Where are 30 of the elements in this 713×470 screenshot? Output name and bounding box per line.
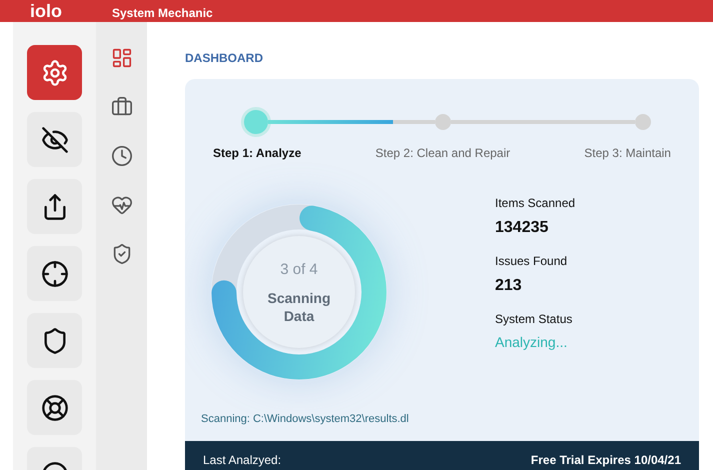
tool-button[interactable]: [27, 380, 82, 435]
stat-value: 213: [495, 276, 523, 296]
tool-button[interactable]: [27, 246, 82, 301]
stat-value: Analyzing...: [495, 333, 568, 352]
tool-button[interactable]: [27, 179, 82, 234]
page-title: DASHBOARD: [185, 50, 263, 67]
step-label: Step 3: Maintain: [584, 145, 671, 162]
logo: iolo: [30, 1, 62, 21]
step-label: Step 1: Analyze: [213, 145, 302, 162]
briefcase-icon: [110, 96, 132, 118]
tool-button[interactable]: [27, 112, 82, 167]
stat-label: Items Scanned: [495, 195, 576, 212]
step-label: Step 2: Clean and Repair: [375, 145, 510, 162]
last-analyzed-label: Last Analzyed:: [203, 452, 282, 469]
app-title: System Mechanic: [112, 5, 213, 21]
stat-label: System Status: [495, 311, 574, 328]
life-buoy-icon: [40, 394, 68, 422]
heart-pulse-icon: [110, 194, 132, 216]
crosshair-icon: [40, 260, 68, 288]
stat-value: 134235: [495, 218, 550, 238]
scan-stage-label: Scanning Data: [266, 289, 332, 326]
scan-progress-count: 3 of 4: [280, 260, 318, 280]
trial-expiry-text: Free Trial Expires 10/04/21: [530, 452, 681, 469]
eye-off-icon: [40, 126, 68, 154]
dashboard-icon: [110, 47, 132, 69]
tool-button[interactable]: [27, 313, 82, 368]
scanning-path: Scanning: C:\Windows\system32\results.dl: [201, 412, 410, 426]
stat-label: Issues Found: [495, 253, 568, 270]
clock-icon: [110, 145, 132, 167]
gear-icon: [40, 58, 68, 86]
